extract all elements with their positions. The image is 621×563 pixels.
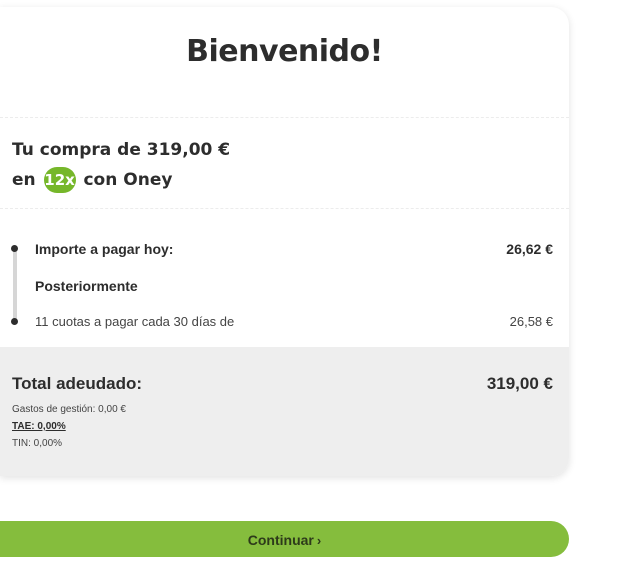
welcome-section: Bienvenido!	[0, 7, 569, 117]
continue-label: Continuar	[247, 532, 314, 548]
purchase-summary: Tu compra de 319,00 € en 12x con Oney	[12, 135, 230, 195]
plan-suffix: con Oney	[83, 170, 173, 190]
plan-prefix: en	[12, 170, 36, 190]
fees-text: Gastos de gestión: 0,00 €	[12, 404, 126, 415]
today-amount: 26,62 €	[506, 241, 553, 257]
chevron-right-icon: ›	[316, 533, 322, 548]
installments-badge: 12x	[43, 167, 76, 193]
section-divider	[0, 208, 569, 209]
later-label: Posteriormente	[35, 278, 138, 294]
total-amount: 319,00 €	[486, 374, 553, 393]
purchase-plan-line: en 12x con Oney	[12, 165, 230, 195]
purchase-amount-text: Tu compra de 319,00 €	[12, 140, 231, 160]
installments-amount: 26,58 €	[509, 314, 553, 329]
tae-link[interactable]: TAE: 0,00%	[12, 421, 66, 432]
total-label: Total adeudado:	[12, 374, 143, 393]
today-label: Importe a pagar hoy:	[35, 241, 174, 257]
section-divider	[0, 117, 569, 118]
timeline-line	[13, 248, 17, 322]
timeline-dot	[11, 245, 18, 252]
payment-summary-card: Bienvenido! Tu compra de 319,00 € en 12x…	[0, 7, 569, 476]
payment-schedule: Importe a pagar hoy: 26,62 € Posteriorme…	[0, 227, 569, 347]
page-title: Bienvenido!	[186, 34, 383, 69]
tin-text: TIN: 0,00%	[12, 438, 63, 449]
totals-section: Total adeudado: 319,00 € Gastos de gesti…	[0, 347, 569, 476]
installments-label: 11 cuotas a pagar cada 30 días de	[35, 314, 235, 329]
page: Bienvenido! Tu compra de 319,00 € en 12x…	[0, 0, 621, 563]
continue-button[interactable]: Continuar ›	[0, 521, 569, 557]
timeline-dot	[11, 318, 18, 325]
